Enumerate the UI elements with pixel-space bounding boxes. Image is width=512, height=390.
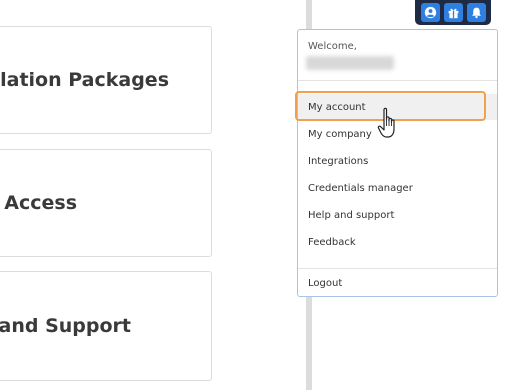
card-title: llation Packages xyxy=(0,69,169,91)
menu-item-logout[interactable]: Logout xyxy=(298,270,497,296)
welcome-label: Welcome, xyxy=(308,41,357,52)
hand-pointer-cursor-icon xyxy=(377,107,395,138)
top-icon-bar xyxy=(415,0,491,25)
menu-divider xyxy=(298,80,497,81)
help-and-support-card[interactable]: and Support xyxy=(0,271,212,381)
blurred-username xyxy=(306,56,394,70)
bell-icon[interactable] xyxy=(466,3,486,22)
card-title: y Access xyxy=(0,192,77,214)
access-card[interactable]: y Access xyxy=(0,149,212,257)
bell-icon-glyph xyxy=(471,7,481,19)
user-circle-icon[interactable] xyxy=(420,3,440,22)
menu-item-feedback[interactable]: Feedback xyxy=(298,229,497,255)
user-circle-icon-glyph xyxy=(424,6,436,19)
account-dropdown-menu: Welcome, My account My company Integrati… xyxy=(297,29,498,297)
menu-item-integrations[interactable]: Integrations xyxy=(298,148,497,174)
menu-item-credentials-manager[interactable]: Credentials manager xyxy=(298,175,497,201)
menu-item-help-and-support[interactable]: Help and support xyxy=(298,202,497,228)
page: llation Packages y Access and Support xyxy=(0,0,512,390)
installation-packages-card[interactable]: llation Packages xyxy=(0,26,212,134)
gift-icon-glyph xyxy=(448,8,458,19)
card-title: and Support xyxy=(0,315,131,337)
menu-divider xyxy=(298,268,497,269)
gift-icon[interactable] xyxy=(443,3,463,22)
